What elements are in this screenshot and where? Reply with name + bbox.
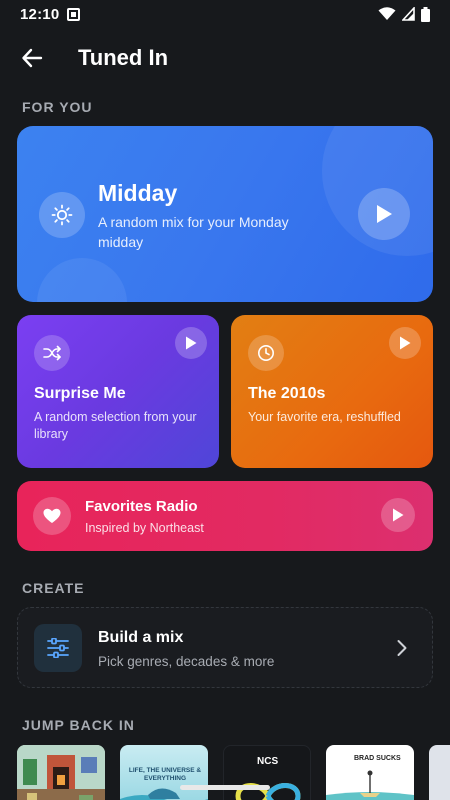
album-art — [17, 745, 105, 800]
card-subtitle: Your favorite era, reshuffled — [248, 410, 401, 424]
section-label-for-you: FOR YOU — [22, 99, 93, 115]
hero-title: Midday — [98, 180, 178, 206]
thumb-life-universe[interactable]: LIFE, THE UNIVERSE & EVERYTHING — [120, 745, 208, 800]
card-subtitle: A random selection from your library — [34, 410, 197, 441]
section-label-create: CREATE — [22, 580, 85, 596]
battery-icon — [421, 6, 430, 22]
thumb-pixel-fireplace[interactable] — [17, 745, 105, 800]
card-icon-container — [33, 497, 71, 535]
card-title: Favorites Radio — [85, 498, 198, 515]
page-title: Tuned In — [78, 45, 169, 70]
wifi-icon — [378, 7, 396, 20]
sliders-icon — [47, 638, 69, 658]
play-icon — [393, 508, 404, 522]
status-icons — [378, 6, 430, 22]
chevron-right-icon — [396, 638, 408, 663]
thumb-brad-sucks[interactable]: BRAD SUCKS — [326, 745, 414, 800]
play-icon — [186, 336, 197, 350]
thumb-ncs[interactable]: NCS — [223, 745, 311, 800]
card-icon-container — [34, 335, 70, 371]
favorites-play-button[interactable] — [381, 498, 415, 532]
status-bar: 12:10 — [0, 0, 450, 28]
notification-icon — [67, 7, 81, 21]
app-header: Tuned In — [0, 30, 450, 86]
album-title-text: BRAD SUCKS — [354, 755, 401, 762]
hero-icon-container — [39, 192, 85, 238]
status-time: 12:10 — [20, 5, 60, 23]
build-title: Build a mix — [98, 629, 184, 646]
heart-icon — [43, 508, 61, 523]
album-art — [326, 770, 414, 800]
hero-subtitle: A random mix for your Monday midday — [98, 214, 289, 250]
section-label-jump-back-in: JUMP BACK IN — [22, 717, 135, 733]
album-title-text: NCS — [257, 756, 279, 767]
card-title: The 2010s — [248, 385, 326, 402]
clock-icon — [258, 345, 274, 361]
album-title-text: LIFE, THE UNIVERSE & EVERYTHING — [128, 767, 202, 782]
shuffle-icon — [43, 345, 61, 361]
play-icon — [400, 336, 411, 350]
card-title: Surprise Me — [34, 385, 126, 402]
card-the-2010s[interactable]: The 2010s Your favorite era, reshuffled — [231, 315, 433, 468]
hero-play-button[interactable] — [358, 188, 410, 240]
card-icon-container — [248, 335, 284, 371]
2010s-play-button[interactable] — [389, 327, 421, 359]
build-a-mix-card[interactable]: Build a mix Pick genres, decades & more — [17, 607, 433, 688]
hero-decoration — [37, 258, 127, 302]
card-subtitle: Inspired by Northeast — [85, 521, 204, 535]
hero-card-midday[interactable]: Midday A random mix for your Monday midd… — [17, 126, 433, 302]
back-button[interactable] — [14, 40, 50, 76]
card-surprise-me[interactable]: Surprise Me A random selection from your… — [17, 315, 219, 468]
surprise-play-button[interactable] — [175, 327, 207, 359]
signal-icon — [402, 7, 415, 21]
sun-icon — [51, 204, 73, 226]
build-icon-container — [34, 624, 82, 672]
jump-back-in-row: LIFE, THE UNIVERSE & EVERYTHING NCS BRAD… — [17, 745, 450, 800]
arrow-left-icon — [22, 48, 43, 68]
play-icon — [377, 205, 392, 223]
build-subtitle: Pick genres, decades & more — [98, 654, 275, 669]
card-favorites-radio[interactable]: Favorites Radio Inspired by Northeast — [17, 481, 433, 551]
thumb-partial[interactable] — [429, 745, 450, 800]
home-indicator[interactable] — [180, 785, 270, 790]
